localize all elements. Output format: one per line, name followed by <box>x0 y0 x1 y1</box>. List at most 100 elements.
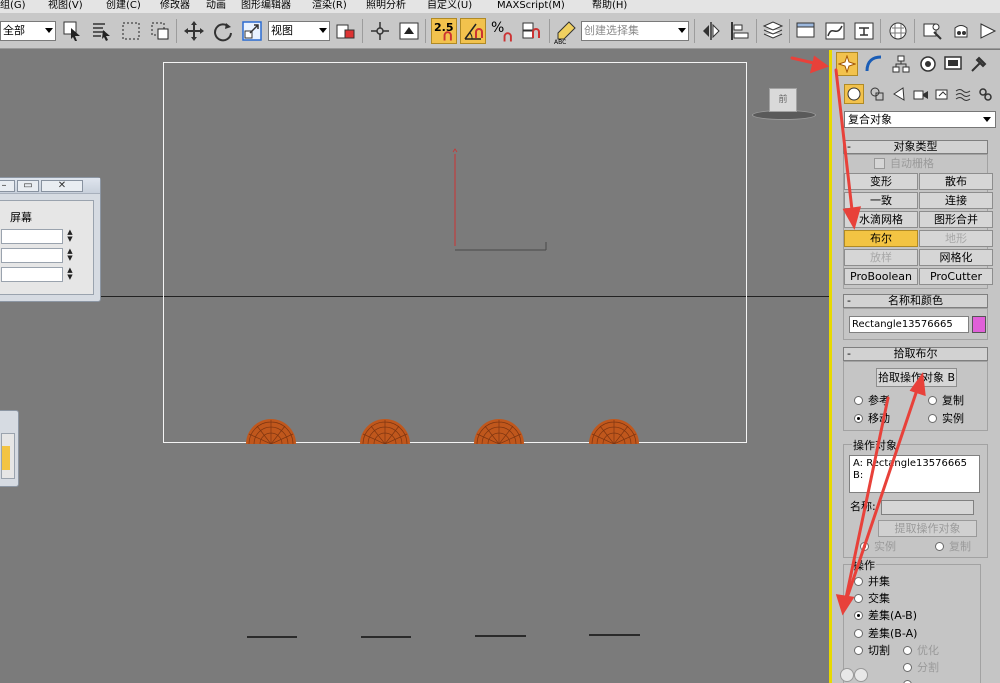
display-tab-icon[interactable] <box>942 52 964 76</box>
curve-editor-icon[interactable] <box>823 18 847 44</box>
minimize-button[interactable]: – <box>0 180 15 192</box>
rollout-pick-boolean[interactable]: - 拾取布尔 <box>843 347 988 361</box>
rectangular-selection-icon[interactable] <box>119 18 143 44</box>
space-warps-icon[interactable] <box>953 84 973 104</box>
spinner-snap-toggle-icon[interactable] <box>519 18 545 44</box>
blobmesh-button[interactable]: 水滴网格 <box>844 211 918 228</box>
restore-button[interactable]: ▭ <box>17 180 39 192</box>
instance-radio[interactable] <box>928 414 937 423</box>
menu-maxscript[interactable]: MAXScript(M) <box>497 0 565 12</box>
keyboard-shortcut-override-icon[interactable] <box>397 18 421 44</box>
mirror-icon[interactable] <box>699 18 723 44</box>
object-name-input[interactable]: Rectangle13576665 <box>849 316 969 333</box>
selection-filter-dropdown[interactable]: 全部 <box>0 21 56 41</box>
snap-toggle-button[interactable]: 2.5 <box>431 18 457 44</box>
dialog-2-active-button[interactable] <box>2 446 10 470</box>
subtract-ba-radio[interactable] <box>854 629 863 638</box>
named-selection-set-field[interactable]: 创建选择集 <box>581 21 689 41</box>
viewcube-face[interactable]: 前 <box>769 88 797 112</box>
morph-button[interactable]: 变形 <box>844 173 918 190</box>
cut-radio[interactable] <box>854 646 863 655</box>
pebble-4[interactable] <box>588 418 640 444</box>
loft-button[interactable]: 放样 <box>844 249 918 266</box>
schematic-view-icon[interactable] <box>852 18 876 44</box>
select-object-icon[interactable] <box>61 18 85 44</box>
dialog-titlebar[interactable]: – ▭ ✕ <box>0 178 100 194</box>
reference-radio[interactable] <box>854 396 863 405</box>
systems-icon[interactable] <box>975 84 995 104</box>
viewcube[interactable]: 前 <box>752 86 816 122</box>
object-color-swatch[interactable] <box>972 316 986 333</box>
menu-modifiers[interactable]: 修改器 <box>160 0 190 12</box>
menu-animation[interactable]: 动画 <box>206 0 226 12</box>
category-dropdown[interactable]: 复合对象 <box>844 111 996 128</box>
rollout-object-type[interactable]: - 对象类型 <box>843 140 988 154</box>
menu-create[interactable]: 创建(C) <box>106 0 141 12</box>
rollout-name-color[interactable]: - 名称和颜色 <box>843 294 988 308</box>
edit-named-selection-sets-icon[interactable]: ABC <box>554 18 578 46</box>
operands-list[interactable]: A: Rectangle13576665 B: <box>849 455 980 493</box>
screen-field-2[interactable] <box>1 248 63 263</box>
operand-name-input[interactable] <box>881 500 974 515</box>
menu-graph-editors[interactable]: 图形编辑器 <box>241 0 291 12</box>
pebble-1[interactable] <box>245 418 297 444</box>
render-production-icon[interactable] <box>976 18 1000 44</box>
lights-icon[interactable] <box>889 84 909 104</box>
boolean-button[interactable]: 布尔 <box>844 230 918 247</box>
proboolean-button[interactable]: ProBoolean <box>844 268 918 285</box>
scroll-handle-icon[interactable] <box>854 668 868 682</box>
scale-icon[interactable] <box>240 18 264 44</box>
terrain-button[interactable]: 地形 <box>919 230 993 247</box>
hierarchy-tab-icon[interactable] <box>890 52 912 76</box>
spinner-arrows-icon[interactable]: ▲ ▼ <box>65 267 75 282</box>
shapes-icon[interactable] <box>867 84 887 104</box>
intersection-radio[interactable] <box>854 594 863 603</box>
subtract-ab-radio[interactable] <box>854 611 863 620</box>
scatter-button[interactable]: 散布 <box>919 173 993 190</box>
shapemerge-button[interactable]: 图形合并 <box>919 211 993 228</box>
connect-button[interactable]: 连接 <box>919 192 993 209</box>
utilities-tab-icon[interactable] <box>968 52 990 76</box>
helpers-icon[interactable] <box>932 84 952 104</box>
cameras-icon[interactable] <box>911 84 931 104</box>
screen-field-1[interactable] <box>1 229 63 244</box>
move-radio[interactable] <box>854 414 863 423</box>
menu-group[interactable]: 组(G) <box>0 0 26 12</box>
conform-button[interactable]: 一致 <box>844 192 918 209</box>
move-icon[interactable] <box>182 18 206 44</box>
extract-copy-radio[interactable] <box>935 542 944 551</box>
menu-lighting-analysis[interactable]: 照明分析 <box>366 0 406 12</box>
operand-a[interactable]: A: Rectangle13576665 <box>853 458 976 470</box>
refine-radio[interactable] <box>903 646 912 655</box>
modify-tab-icon[interactable] <box>863 52 885 76</box>
union-radio[interactable] <box>854 577 863 586</box>
screen-field-3[interactable] <box>1 267 63 282</box>
select-by-name-icon[interactable] <box>90 18 114 44</box>
pick-operand-b-button[interactable]: 拾取操作对象 B <box>876 368 957 387</box>
angle-snap-toggle-icon[interactable] <box>460 18 486 44</box>
mesher-button[interactable]: 网格化 <box>919 249 993 266</box>
geometry-icon[interactable] <box>844 84 864 104</box>
material-editor-icon[interactable] <box>886 18 910 44</box>
spinner-arrows-icon[interactable]: ▲ ▼ <box>65 229 75 244</box>
menu-help[interactable]: 帮助(H) <box>592 0 627 12</box>
extract-operand-button[interactable]: 提取操作对象 <box>878 520 977 537</box>
percent-snap-toggle-icon[interactable]: % <box>490 18 516 44</box>
copy-radio[interactable] <box>928 396 937 405</box>
pivot-center-icon[interactable] <box>334 18 358 44</box>
menu-customize[interactable]: 自定义(U) <box>427 0 472 12</box>
layer-manager-icon[interactable] <box>761 18 785 44</box>
reference-coordinate-dropdown[interactable]: 视图 <box>268 21 330 41</box>
menu-views[interactable]: 视图(V) <box>48 0 83 12</box>
spinner-arrows-icon[interactable]: ▲ ▼ <box>65 248 75 263</box>
operand-b[interactable]: B: <box>853 470 976 482</box>
graphite-ribbon-icon[interactable] <box>794 18 818 44</box>
split-radio[interactable] <box>903 663 912 672</box>
motion-tab-icon[interactable] <box>917 52 939 76</box>
autogrid-checkbox[interactable] <box>874 158 885 169</box>
close-button[interactable]: ✕ <box>41 180 83 192</box>
pebble-2[interactable] <box>359 418 411 444</box>
render-frame-window-icon[interactable] <box>949 18 973 44</box>
create-tab-icon[interactable] <box>836 52 858 76</box>
menu-rendering[interactable]: 渲染(R) <box>312 0 347 12</box>
